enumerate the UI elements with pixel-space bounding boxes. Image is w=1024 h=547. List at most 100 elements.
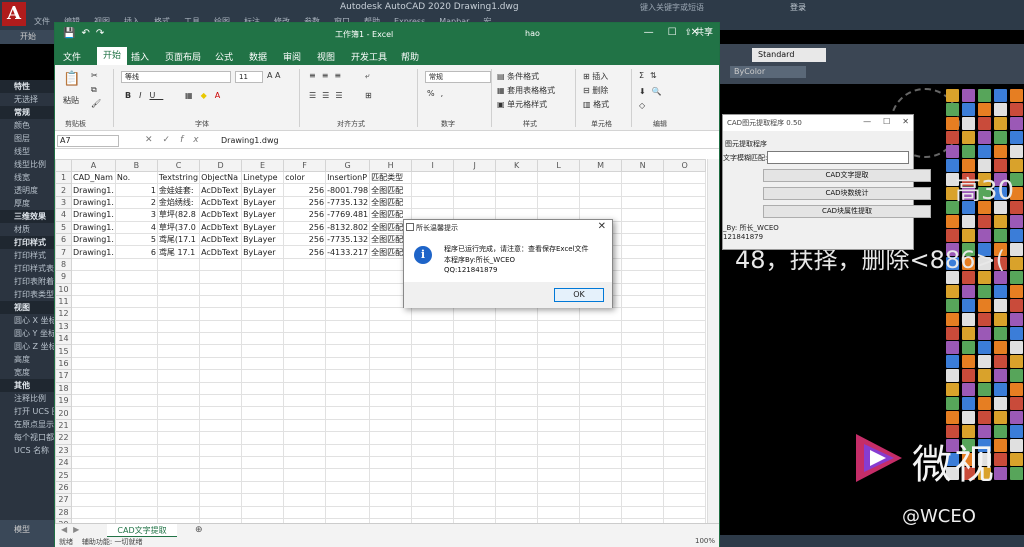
tool-icon[interactable] <box>1010 215 1023 228</box>
cell[interactable]: 256 <box>283 195 327 210</box>
cell[interactable] <box>495 183 539 197</box>
ribbon-tab[interactable]: 帮助 <box>401 50 419 63</box>
cell[interactable] <box>199 356 243 371</box>
add-sheet-icon[interactable]: ⊕ <box>195 525 203 535</box>
cell[interactable] <box>495 356 539 371</box>
properties-item[interactable]: 线宽 <box>0 171 55 184</box>
cell[interactable] <box>579 332 623 346</box>
cell[interactable] <box>537 332 581 346</box>
cell[interactable]: 全图匹配 <box>369 195 413 210</box>
tool-icon[interactable] <box>978 397 991 410</box>
cell[interactable] <box>325 257 371 272</box>
sheet-tab-cad-text[interactable]: CAD文字提取 <box>107 524 177 538</box>
ribbon-tab[interactable]: 视图 <box>317 50 335 63</box>
cell[interactable] <box>621 369 665 383</box>
cell[interactable]: Drawing1. <box>71 245 116 259</box>
cell[interactable] <box>114 270 158 284</box>
row-header[interactable]: 1 <box>55 170 72 185</box>
cell[interactable] <box>411 455 455 470</box>
row-header[interactable]: 27 <box>55 493 72 507</box>
cell[interactable] <box>663 356 707 371</box>
properties-section-title[interactable]: 常规 <box>0 106 55 119</box>
cell[interactable] <box>283 455 327 470</box>
tool-icon[interactable] <box>946 341 959 354</box>
cell[interactable] <box>453 356 497 371</box>
cell[interactable] <box>241 282 285 296</box>
cell[interactable] <box>621 493 665 507</box>
row-header[interactable]: 10 <box>55 282 72 296</box>
autocad-search-input[interactable]: 键入关键字或短语 <box>640 2 704 13</box>
column-header[interactable]: L <box>537 159 581 172</box>
properties-section-title[interactable]: 其他 <box>0 379 55 392</box>
ribbon-tab[interactable]: 公式 <box>215 50 233 63</box>
cell[interactable] <box>114 344 158 358</box>
cell[interactable]: No. <box>114 170 158 185</box>
cell[interactable]: 3 <box>114 208 158 222</box>
cell[interactable] <box>283 443 327 458</box>
autocad-text-style-select[interactable]: Standard <box>752 48 826 62</box>
cell[interactable] <box>199 406 243 420</box>
cell[interactable] <box>156 381 201 396</box>
cell[interactable] <box>71 505 116 519</box>
column-header[interactable]: K <box>495 159 539 172</box>
cell[interactable] <box>71 468 116 482</box>
tool-icon[interactable] <box>962 103 975 116</box>
cell[interactable] <box>114 455 158 470</box>
cell[interactable] <box>325 307 371 321</box>
properties-item[interactable]: 材质 <box>0 223 55 236</box>
tool-icon[interactable] <box>994 285 1007 298</box>
cell[interactable] <box>663 468 707 482</box>
cell[interactable] <box>663 455 707 470</box>
properties-item[interactable]: 透明度 <box>0 184 55 197</box>
cell[interactable] <box>537 480 581 495</box>
tool-icon[interactable] <box>946 369 959 382</box>
cell[interactable]: Drawing1. <box>71 232 116 247</box>
cell[interactable] <box>663 183 707 197</box>
cell[interactable] <box>411 443 455 458</box>
cell[interactable] <box>495 493 539 507</box>
cell[interactable] <box>579 307 623 321</box>
cell[interactable] <box>621 418 665 433</box>
cell[interactable]: AcDbText <box>199 245 243 259</box>
cell[interactable] <box>537 443 581 458</box>
tool-icon[interactable] <box>946 117 959 130</box>
cell[interactable] <box>199 319 243 334</box>
row-header[interactable]: 11 <box>55 294 72 309</box>
tool-icon[interactable] <box>1010 411 1023 424</box>
cell[interactable] <box>495 418 539 433</box>
cell[interactable] <box>537 356 581 371</box>
cell[interactable] <box>663 332 707 346</box>
cell[interactable] <box>411 344 455 358</box>
tool-icon[interactable] <box>978 313 991 326</box>
tool-icon[interactable] <box>962 89 975 102</box>
cell[interactable] <box>114 332 158 346</box>
cell[interactable] <box>621 468 665 482</box>
properties-item[interactable]: 注释比例 <box>0 392 55 405</box>
cell[interactable] <box>579 170 623 185</box>
cell[interactable] <box>283 294 327 309</box>
cell[interactable] <box>495 170 539 185</box>
row-header[interactable]: 7 <box>55 245 72 259</box>
cell[interactable] <box>199 381 243 396</box>
tool-icon[interactable] <box>1010 425 1023 438</box>
cell[interactable] <box>621 406 665 420</box>
tool-icon[interactable] <box>1010 299 1023 312</box>
cell[interactable]: 2 <box>114 195 158 210</box>
tool-icon[interactable] <box>1010 453 1023 466</box>
cell[interactable] <box>537 418 581 433</box>
cell[interactable] <box>537 307 581 321</box>
cell[interactable] <box>453 493 497 507</box>
tool-icon[interactable] <box>994 215 1007 228</box>
cell[interactable] <box>411 381 455 396</box>
autocad-tab-start[interactable]: 开始 <box>0 30 55 44</box>
cell[interactable] <box>71 307 116 321</box>
cell[interactable] <box>325 406 371 420</box>
cell[interactable]: Drawing1. <box>71 195 116 210</box>
tool-icon[interactable] <box>978 145 991 158</box>
cell[interactable] <box>283 381 327 396</box>
tool-icon[interactable] <box>962 383 975 396</box>
cell[interactable] <box>453 431 497 445</box>
cell[interactable] <box>283 431 327 445</box>
tool-icon[interactable] <box>994 103 1007 116</box>
tool-icon[interactable] <box>1010 355 1023 368</box>
